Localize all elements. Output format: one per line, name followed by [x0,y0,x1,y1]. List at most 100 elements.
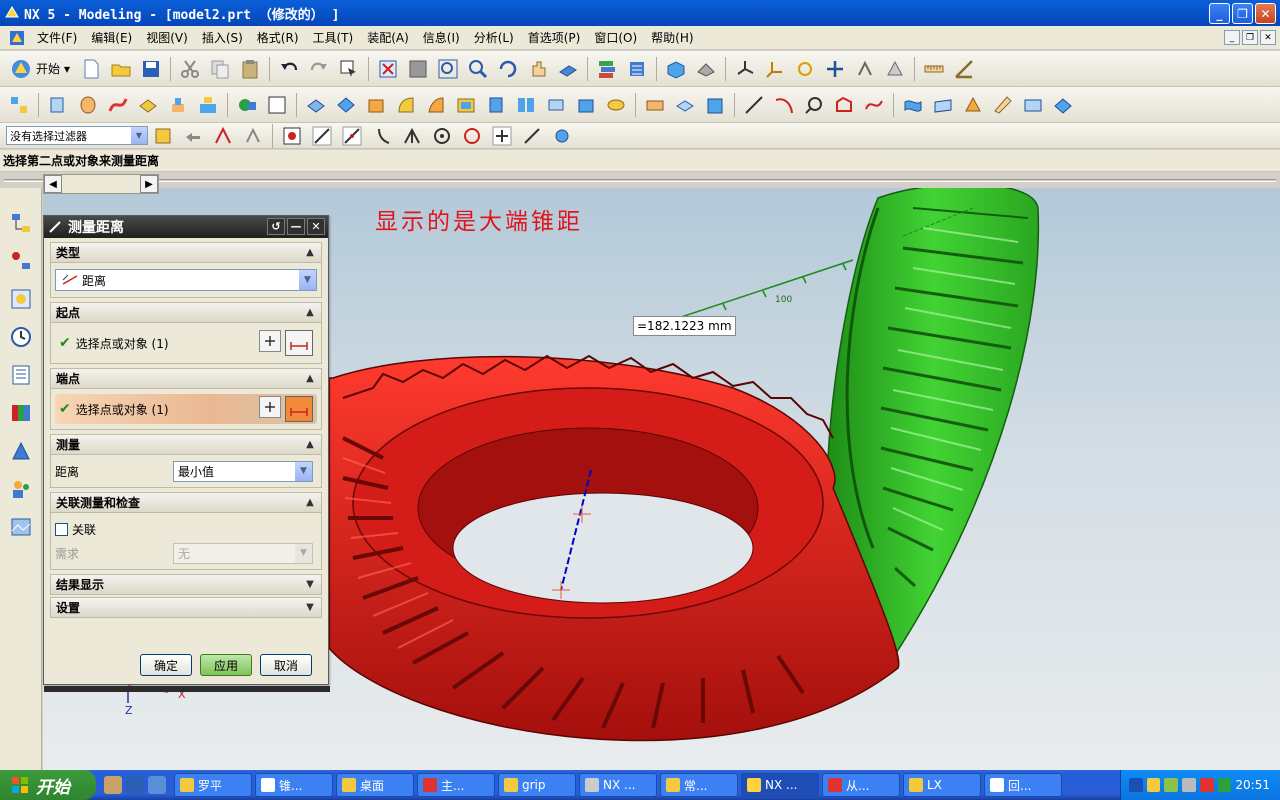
sphere-icon[interactable] [333,92,359,118]
surface-through-curves-icon[interactable] [900,92,926,118]
point-on-curve-icon[interactable] [519,123,545,149]
menu-help[interactable]: 帮助(H) [644,29,700,46]
arc-icon[interactable] [771,92,797,118]
subtract-icon[interactable] [672,92,698,118]
taskbar-item-active[interactable]: NX ... [741,773,819,797]
sweep-icon[interactable] [105,92,131,118]
select-all-icon[interactable] [150,123,176,149]
shell-icon[interactable] [453,92,479,118]
analysis-icon[interactable] [1050,92,1076,118]
section-start-point[interactable]: 起点 ▲ [50,302,322,323]
menu-insert[interactable]: 插入(S) [195,29,250,46]
cut-icon[interactable] [177,56,203,82]
reset-icon[interactable]: ↺ [267,218,285,235]
boss-icon[interactable] [165,92,191,118]
history-icon[interactable] [6,322,36,352]
menu-file[interactable]: 文件(F) [30,29,84,46]
block-icon[interactable] [303,92,329,118]
spline-icon[interactable] [861,92,887,118]
datum-plane-icon[interactable] [234,92,260,118]
copy-icon[interactable] [207,56,233,82]
ok-button[interactable]: 确定 [140,654,192,676]
point-constructor-icon[interactable] [259,396,281,418]
taskbar-item[interactable]: LX [903,773,981,797]
deselect-icon[interactable] [180,123,206,149]
zoom-in-out-icon[interactable] [465,56,491,82]
section-measure[interactable]: 测量 ▲ [50,434,322,455]
taskbar-item[interactable]: 罗平 [174,773,252,797]
minimize-button[interactable]: _ [1209,3,1230,24]
taskbar-item[interactable]: 常... [660,773,738,797]
menu-preferences[interactable]: 首选项(P) [521,29,588,46]
doc-minimize-button[interactable]: _ [1224,30,1240,45]
menu-format[interactable]: 格式(R) [250,29,306,46]
section-associative[interactable]: 关联测量和检查 ▲ [50,492,322,513]
wcs-orient-icon[interactable] [822,56,848,82]
quicklaunch-browser-icon[interactable] [126,776,144,794]
measure-distance-icon[interactable] [921,56,947,82]
surface-mesh-icon[interactable] [930,92,956,118]
taskbar-item[interactable]: 锥... [255,773,333,797]
offset-face-icon[interactable] [603,92,629,118]
ring-gear[interactable] [328,354,900,742]
redo-icon[interactable] [306,56,332,82]
tray-volume-icon[interactable] [1182,778,1196,792]
cancel-button[interactable]: 取消 [260,654,312,676]
close-button[interactable]: ✕ [1255,3,1276,24]
wcs-rotate-icon[interactable] [792,56,818,82]
point-on-face-icon[interactable] [549,123,575,149]
process-studio-icon[interactable] [6,436,36,466]
part-navigator-res-icon[interactable] [6,284,36,314]
edge-blend-icon[interactable] [363,92,389,118]
snap-point-icon[interactable] [210,123,236,149]
taskbar-item[interactable]: 从... [822,773,900,797]
section-end-point[interactable]: 端点 ▲ [50,368,322,389]
taskbar-item[interactable]: grip [498,773,576,797]
end-point-icon[interactable] [309,123,335,149]
taskbar-item[interactable]: NX ... [579,773,657,797]
menu-edit[interactable]: 编辑(E) [84,29,139,46]
associative-checkbox-row[interactable]: 关联 [55,517,317,541]
menu-analysis[interactable]: 分析(L) [467,29,521,46]
trim-body-icon[interactable] [573,92,599,118]
scroll-left-button[interactable]: ◀ [44,175,62,193]
end-select-object[interactable]: ✔ 选择点或对象 (1) [55,394,317,424]
extrude-icon[interactable] [45,92,71,118]
line-icon[interactable] [741,92,767,118]
open-icon[interactable] [108,56,134,82]
layer-icon[interactable] [594,56,620,82]
save-icon[interactable] [138,56,164,82]
tray-user-icon[interactable] [1146,778,1161,792]
pan-icon[interactable] [525,56,551,82]
scroll-right-button[interactable]: ▶ [140,175,158,193]
tray-expand-icon[interactable] [1129,778,1143,792]
nx-menu-icon[interactable] [8,29,26,47]
revolve-icon[interactable] [75,92,101,118]
menu-info[interactable]: 信息(I) [416,29,467,46]
quick-pick-icon[interactable] [240,123,266,149]
layer-settings-icon[interactable] [624,56,650,82]
collapse-icon[interactable]: — [287,218,305,235]
part-navigator-icon[interactable] [6,92,32,118]
distance-dim-icon[interactable] [285,330,313,356]
draft-icon[interactable] [483,92,509,118]
existing-point-icon[interactable] [489,123,515,149]
orient-view-icon[interactable] [555,56,581,82]
reuse-library-icon[interactable] [6,360,36,390]
undo-icon[interactable] [276,56,302,82]
palette-icon[interactable] [6,398,36,428]
quadrant-point-icon[interactable] [459,123,485,149]
thicken-icon[interactable] [1020,92,1046,118]
mirror-icon[interactable] [543,92,569,118]
quicklaunch-ie-icon[interactable] [148,776,166,794]
zoom-area-icon[interactable] [405,56,431,82]
zoom-icon[interactable] [435,56,461,82]
taskbar-item[interactable]: 桌面 [336,773,414,797]
wcs-dynamic-icon[interactable] [852,56,878,82]
wcs-icon[interactable] [732,56,758,82]
intersection-point-icon[interactable] [399,123,425,149]
restore-button[interactable]: ❐ [1232,3,1253,24]
sew-icon[interactable] [990,92,1016,118]
roles-icon[interactable] [6,474,36,504]
constraint-navigator-icon[interactable] [6,246,36,276]
